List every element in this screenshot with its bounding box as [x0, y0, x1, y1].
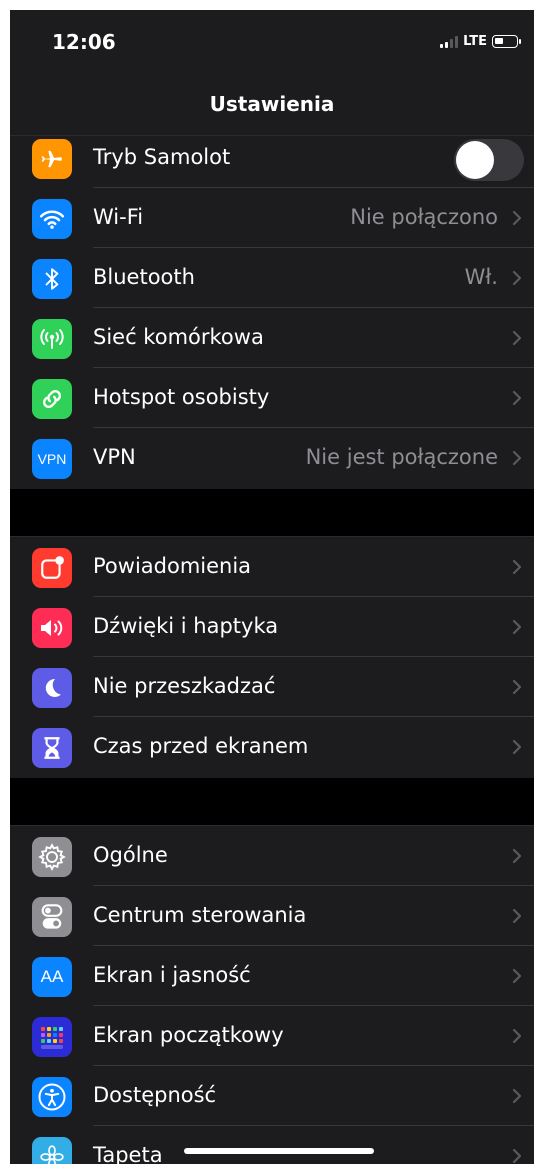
airplane-mode-toggle[interactable] [454, 139, 524, 181]
wallpaper-label: Tapeta [93, 1143, 163, 1164]
cellular-icon [32, 319, 72, 359]
chevron-right-icon [512, 1028, 522, 1044]
settings-row-wifi[interactable]: Wi-Fi Nie połączono [10, 188, 534, 248]
control-center-label: Centrum sterowania [93, 903, 307, 927]
settings-row-cellular[interactable]: Sieć komórkowa [10, 308, 534, 368]
hourglass-icon [32, 728, 72, 768]
bluetooth-icon [32, 259, 72, 299]
navigation-bar: Ustawienia [10, 80, 534, 136]
chevron-right-icon [512, 210, 522, 226]
chevron-right-icon [512, 390, 522, 406]
home-screen-label: Ekran początkowy [93, 1023, 284, 1047]
wifi-icon [32, 199, 72, 239]
vpn-icon: VPN [32, 439, 72, 479]
chevron-right-icon [512, 450, 522, 466]
control-center-icon [32, 897, 72, 937]
vpn-label: VPN [93, 445, 136, 469]
general-group: Ogólne Centrum sterowania AA Ekran i jas… [10, 825, 534, 1164]
accessibility-label: Dostępność [93, 1083, 217, 1107]
settings-screen: 12:06 LTE Ustawienia Tryb Samolot Wi-Fi … [10, 10, 534, 1164]
wallpaper-icon [32, 1137, 72, 1164]
cellular-label: Sieć komórkowa [93, 325, 264, 349]
settings-row-accessibility[interactable]: Dostępność [10, 1066, 534, 1126]
do-not-disturb-label: Nie przeszkadzać [93, 674, 276, 698]
chevron-right-icon [512, 270, 522, 286]
speaker-icon [32, 608, 72, 648]
notifications-label: Powiadomienia [93, 554, 252, 578]
chevron-right-icon [512, 559, 522, 575]
moon-icon [32, 668, 72, 708]
chevron-right-icon [512, 739, 522, 755]
settings-row-do-not-disturb[interactable]: Nie przeszkadzać [10, 657, 534, 717]
home-indicator[interactable] [184, 1148, 374, 1154]
network-type: LTE [463, 34, 487, 49]
airplane-mode-label: Tryb Samolot [93, 145, 231, 169]
status-bar: 12:06 LTE [10, 10, 534, 80]
bluetooth-label: Bluetooth [93, 265, 195, 289]
general-label: Ogólne [93, 843, 168, 867]
signal-strength-icon [440, 35, 459, 48]
screen-time-label: Czas przed ekranem [93, 734, 309, 758]
settings-row-sounds[interactable]: Dźwięki i haptyka [10, 597, 534, 657]
hotspot-icon [32, 379, 72, 419]
chevron-right-icon [512, 848, 522, 864]
chevron-right-icon [512, 968, 522, 984]
display-label: Ekran i jasność [93, 963, 251, 987]
chevron-right-icon [512, 1088, 522, 1104]
settings-row-control-center[interactable]: Centrum sterowania [10, 886, 534, 946]
settings-row-home-screen[interactable]: Ekran początkowy [10, 1006, 534, 1066]
chevron-right-icon [512, 679, 522, 695]
sounds-label: Dźwięki i haptyka [93, 614, 279, 638]
home-screen-icon [32, 1017, 72, 1057]
battery-icon [492, 35, 521, 48]
settings-row-bluetooth[interactable]: Bluetooth Wł. [10, 248, 534, 308]
settings-row-display[interactable]: AA Ekran i jasność [10, 946, 534, 1006]
wifi-label: Wi-Fi [93, 205, 144, 229]
notifications-group: Powiadomienia Dźwięki i haptyka Nie prze… [10, 536, 534, 778]
settings-row-general[interactable]: Ogólne [10, 826, 534, 886]
chevron-right-icon [512, 1148, 522, 1164]
notifications-icon [32, 548, 72, 588]
gear-icon [32, 837, 72, 877]
status-indicators: LTE [440, 34, 521, 49]
connectivity-group: Tryb Samolot Wi-Fi Nie połączono Bluetoo… [10, 136, 534, 489]
settings-row-airplane-mode[interactable]: Tryb Samolot [10, 136, 534, 188]
hotspot-label: Hotspot osobisty [93, 385, 270, 409]
wifi-status-value: Nie połączono [350, 205, 498, 229]
chevron-right-icon [512, 330, 522, 346]
status-time: 12:06 [52, 30, 116, 54]
display-brightness-icon: AA [32, 957, 72, 997]
page-title: Ustawienia [209, 92, 335, 116]
chevron-right-icon [512, 619, 522, 635]
settings-row-vpn[interactable]: VPN VPN Nie jest połączone [10, 428, 534, 488]
settings-row-wallpaper[interactable]: Tapeta [10, 1126, 534, 1164]
settings-row-hotspot[interactable]: Hotspot osobisty [10, 368, 534, 428]
chevron-right-icon [512, 908, 522, 924]
settings-row-notifications[interactable]: Powiadomienia [10, 537, 534, 597]
accessibility-icon [32, 1077, 72, 1117]
vpn-status-value: Nie jest połączone [305, 445, 498, 469]
settings-row-screen-time[interactable]: Czas przed ekranem [10, 717, 534, 777]
bluetooth-status-value: Wł. [464, 265, 498, 289]
airplane-icon [32, 139, 72, 179]
